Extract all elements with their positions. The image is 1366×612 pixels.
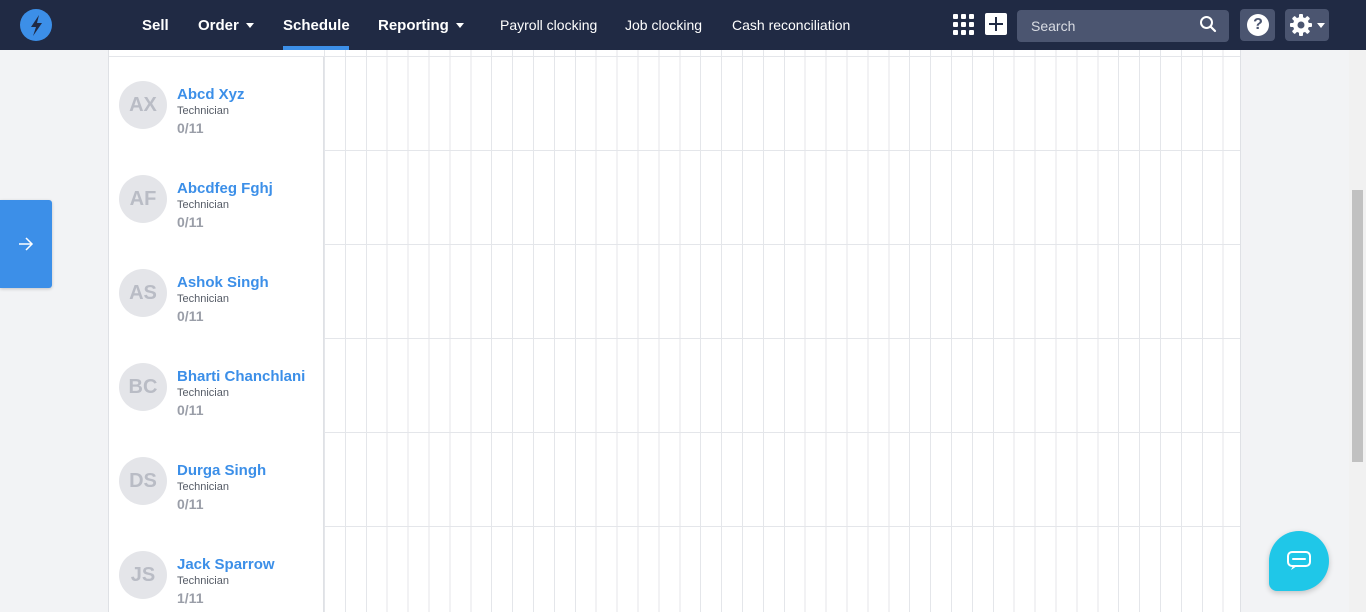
- staff-booking-count: 0/11: [177, 120, 204, 136]
- add-button[interactable]: [985, 13, 1007, 35]
- chevron-down-icon: [455, 23, 464, 28]
- staff-name-link[interactable]: Abcd Xyz: [177, 86, 245, 103]
- staff-booking-count: 0/11: [177, 496, 204, 512]
- staff-name-link[interactable]: Ashok Singh: [177, 274, 269, 291]
- staff-row: DS Durga Singh Technician 0/11: [109, 433, 1240, 527]
- nav-payroll-clocking[interactable]: Payroll clocking: [500, 0, 597, 50]
- staff-role: Technician: [177, 481, 229, 493]
- search-icon[interactable]: [1199, 15, 1217, 33]
- staff-name-link[interactable]: Jack Sparrow: [177, 556, 275, 573]
- staff-cell: AF Abcdfeg Fghj Technician 0/11: [109, 151, 324, 245]
- grid-apps-icon[interactable]: [953, 14, 974, 35]
- nav-cash-reconciliation[interactable]: Cash reconciliation: [732, 0, 850, 50]
- schedule-grid: AX Abcd Xyz Technician 0/11 AF Abcdfeg F…: [108, 50, 1241, 612]
- staff-name-link[interactable]: Abcdfeg Fghj: [177, 180, 273, 197]
- chevron-down-icon: [1317, 23, 1325, 28]
- search-box: [1017, 10, 1229, 42]
- staff-booking-count: 0/11: [177, 214, 204, 230]
- avatar: AF: [119, 175, 167, 223]
- nav-order[interactable]: Order: [198, 0, 254, 50]
- settings-button[interactable]: [1285, 9, 1329, 41]
- staff-cell: JS Jack Sparrow Technician 1/11: [109, 527, 324, 612]
- avatar: AX: [119, 81, 167, 129]
- staff-row: AS Ashok Singh Technician 0/11: [109, 245, 1240, 339]
- staff-booking-count: 0/11: [177, 308, 204, 324]
- nav-job-clocking[interactable]: Job clocking: [625, 0, 702, 50]
- staff-role: Technician: [177, 387, 229, 399]
- staff-row: JS Jack Sparrow Technician 1/11: [109, 527, 1240, 612]
- nav-reporting[interactable]: Reporting: [378, 0, 464, 50]
- staff-cell: DS Durga Singh Technician 0/11: [109, 433, 324, 527]
- gear-icon: [1290, 14, 1312, 36]
- avatar: DS: [119, 457, 167, 505]
- staff-role: Technician: [177, 105, 229, 117]
- chevron-down-icon: [245, 23, 254, 28]
- staff-role: Technician: [177, 293, 229, 305]
- help-icon: ?: [1247, 14, 1269, 36]
- staff-booking-count: 1/11: [177, 590, 204, 606]
- staff-name-link[interactable]: Bharti Chanchlani: [177, 368, 305, 385]
- top-navigation-bar: Sell Order Schedule Reporting Payroll cl…: [0, 0, 1366, 50]
- chat-icon: [1287, 551, 1311, 570]
- staff-cell: BC Bharti Chanchlani Technician 0/11: [109, 339, 324, 433]
- avatar: JS: [119, 551, 167, 599]
- chat-button[interactable]: [1269, 531, 1329, 591]
- staff-cell: AX Abcd Xyz Technician 0/11: [109, 57, 324, 151]
- avatar: BC: [119, 363, 167, 411]
- arrow-right-icon: [19, 237, 34, 251]
- staff-role: Technician: [177, 575, 229, 587]
- staff-role: Technician: [177, 199, 229, 211]
- staff-row: BC Bharti Chanchlani Technician 0/11: [109, 339, 1240, 433]
- staff-cell: AS Ashok Singh Technician 0/11: [109, 245, 324, 339]
- search-input[interactable]: [1017, 10, 1197, 42]
- staff-row: AX Abcd Xyz Technician 0/11: [109, 57, 1240, 151]
- nav-schedule[interactable]: Schedule: [283, 0, 350, 50]
- staff-name-link[interactable]: Durga Singh: [177, 462, 266, 479]
- staff-row: AF Abcdfeg Fghj Technician 0/11: [109, 151, 1240, 245]
- scrollbar-thumb[interactable]: [1352, 190, 1363, 462]
- nav-sell[interactable]: Sell: [142, 0, 169, 50]
- lightning-bolt-icon[interactable]: [20, 9, 52, 41]
- avatar: AS: [119, 269, 167, 317]
- expand-sidebar-button[interactable]: [0, 200, 52, 288]
- staff-booking-count: 0/11: [177, 402, 204, 418]
- help-button[interactable]: ?: [1240, 9, 1275, 41]
